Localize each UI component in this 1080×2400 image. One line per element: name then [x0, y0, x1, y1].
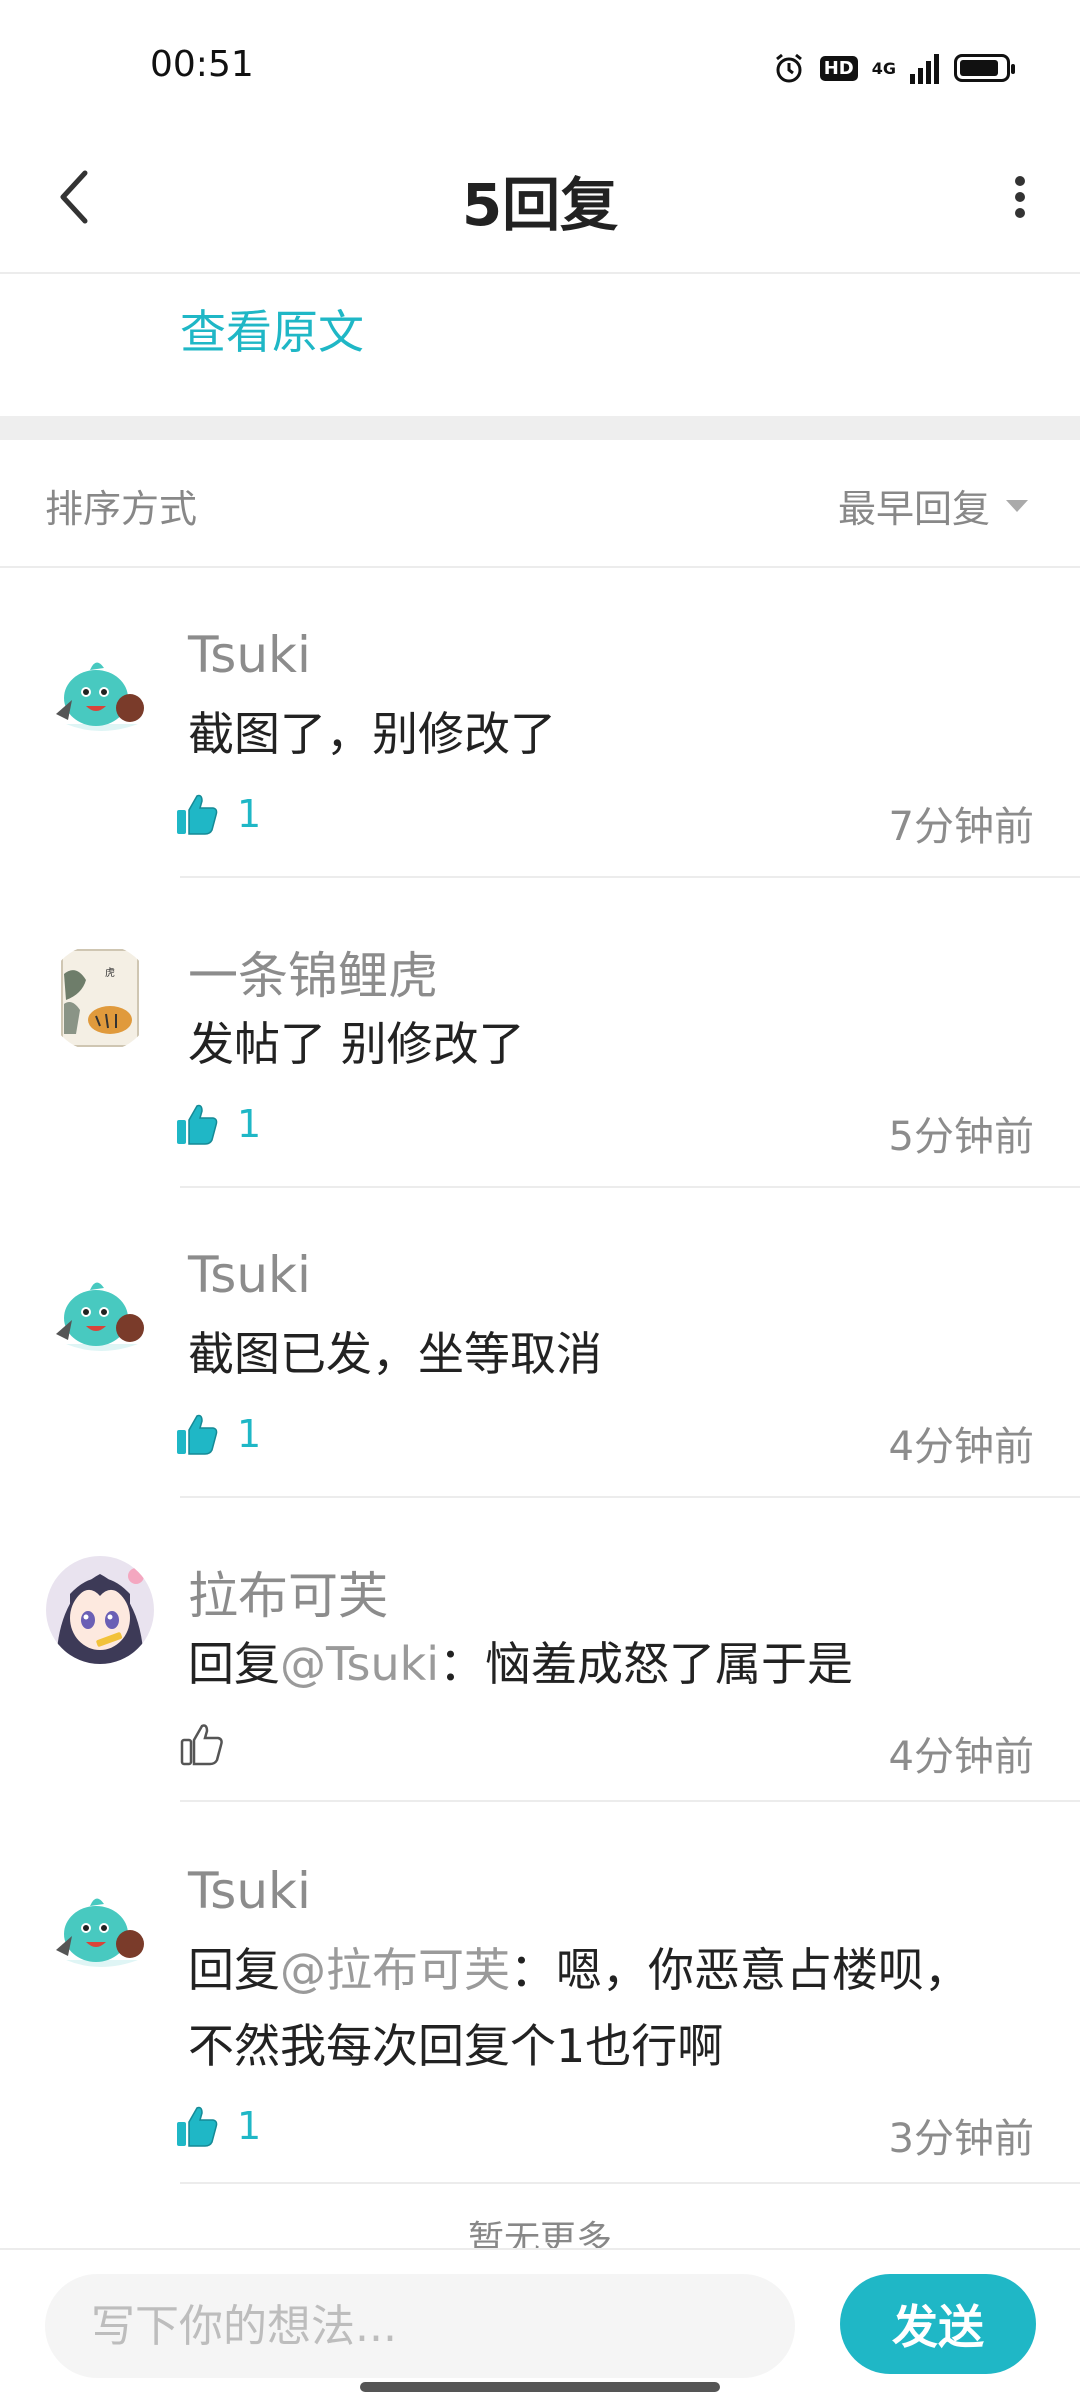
- thumbs-up-filled-icon: [177, 1414, 218, 1455]
- like-button[interactable]: 1: [175, 1412, 261, 1456]
- reply-prefix: 回复: [188, 1637, 280, 1691]
- comment-author[interactable]: Tsuki: [188, 626, 311, 684]
- comment-author[interactable]: Tsuki: [188, 1862, 311, 1920]
- slime-avatar[interactable]: [46, 1870, 154, 1978]
- comment-time: 3分钟前: [888, 2116, 1034, 2162]
- hd-badge: HD: [819, 55, 858, 81]
- status-icons: HD 4G: [772, 50, 1015, 86]
- mention-link[interactable]: @Tsuki: [280, 1637, 439, 1691]
- comment-input-container: [45, 2274, 795, 2378]
- comment-input[interactable]: [45, 2274, 795, 2378]
- caret-down-icon: [1006, 499, 1028, 512]
- sort-value: 最早回复: [837, 487, 990, 531]
- comment-author[interactable]: 拉布可芙: [188, 1556, 388, 1628]
- more-vertical-icon: [1015, 176, 1025, 218]
- thumbs-up-outline-icon: [180, 1724, 223, 1766]
- nav-bar: 5回复: [0, 120, 1080, 274]
- more-options-button[interactable]: [990, 162, 1050, 232]
- svg-text:虎: 虎: [105, 967, 115, 979]
- slime-avatar[interactable]: [46, 1254, 154, 1362]
- bottom-input-bar: 发送: [0, 2248, 1080, 2400]
- divider: [180, 1800, 1080, 1802]
- like-count: 1: [237, 792, 262, 836]
- comment-item: Tsuki 截图已发，坐等取消 1 4分钟前: [0, 1188, 1080, 1498]
- comment-author[interactable]: Tsuki: [188, 1246, 311, 1304]
- like-button[interactable]: [180, 1722, 224, 1766]
- comment-item: 虎 一条锦鲤虎 发帖了 别修改了 1 5分钟前: [0, 878, 1080, 1188]
- alarm-icon: [775, 53, 802, 83]
- like-count: 1: [237, 1102, 262, 1146]
- thumbs-up-filled-icon: [177, 2106, 218, 2147]
- comment-text: 截图已发，坐等取消: [188, 1327, 602, 1381]
- divider: [180, 2182, 1080, 2184]
- reply-body: ：恼羞成怒了属于是: [439, 1637, 854, 1691]
- page-title: 5回复: [461, 171, 619, 239]
- comment-text: 发帖了 别修改了: [188, 1017, 525, 1071]
- like-count: 1: [237, 2104, 262, 2148]
- home-indicator[interactable]: [360, 2382, 720, 2392]
- like-count: 1: [237, 1412, 262, 1456]
- slime-avatar[interactable]: [46, 634, 154, 742]
- like-button[interactable]: 1: [175, 2104, 261, 2148]
- comment-time: 7分钟前: [888, 804, 1034, 850]
- signal-icon: [910, 54, 939, 84]
- comment-text: 回复@Tsuki：恼羞成怒了属于是: [188, 1626, 1028, 1702]
- comment-time: 4分钟前: [888, 1734, 1034, 1780]
- view-original-link[interactable]: 查看原文: [180, 296, 364, 362]
- network-type: 4G: [871, 58, 896, 78]
- thumbs-up-filled-icon: [177, 1104, 218, 1145]
- anime-girl-avatar[interactable]: [46, 1556, 154, 1664]
- status-time: 00:51: [150, 44, 254, 85]
- battery-icon: [954, 54, 1015, 82]
- section-divider: [0, 416, 1080, 440]
- comment-item: Tsuki 截图了，别修改了 1 7分钟前: [0, 568, 1080, 878]
- mention-link[interactable]: @拉布可芙: [280, 1943, 510, 1997]
- status-bar: 00:51 HD 4G: [0, 0, 1080, 120]
- reply-page: 00:51 HD 4G 5回复 查看原文 排序方式 最早回复 Tsuki 截图了…: [0, 0, 1080, 2400]
- like-button[interactable]: 1: [175, 1102, 261, 1146]
- tiger-painting-avatar[interactable]: 虎: [46, 944, 154, 1052]
- comment-time: 4分钟前: [888, 1424, 1034, 1470]
- sort-dropdown[interactable]: 最早回复: [838, 478, 1030, 533]
- comment-author[interactable]: 一条锦鲤虎: [188, 936, 438, 1008]
- send-button[interactable]: 发送: [840, 2274, 1036, 2374]
- reply-prefix: 回复: [188, 1943, 280, 1997]
- thumbs-up-filled-icon: [177, 794, 218, 835]
- comment-item: 拉布可芙 回复@Tsuki：恼羞成怒了属于是 4分钟前: [0, 1498, 1080, 1808]
- comment-text: 截图了，别修改了: [188, 707, 556, 761]
- comment-time: 5分钟前: [888, 1114, 1034, 1160]
- sort-row: 排序方式 最早回复: [0, 440, 1080, 568]
- sort-label: 排序方式: [45, 487, 198, 531]
- comment-item: Tsuki 回复@拉布可芙：嗯，你恶意占楼呗，不然我每次回复个1也行啊 1 3分…: [0, 1804, 1080, 2194]
- like-button[interactable]: 1: [175, 792, 261, 836]
- comment-text: 回复@拉布可芙：嗯，你恶意占楼呗，不然我每次回复个1也行啊: [188, 1932, 1008, 2084]
